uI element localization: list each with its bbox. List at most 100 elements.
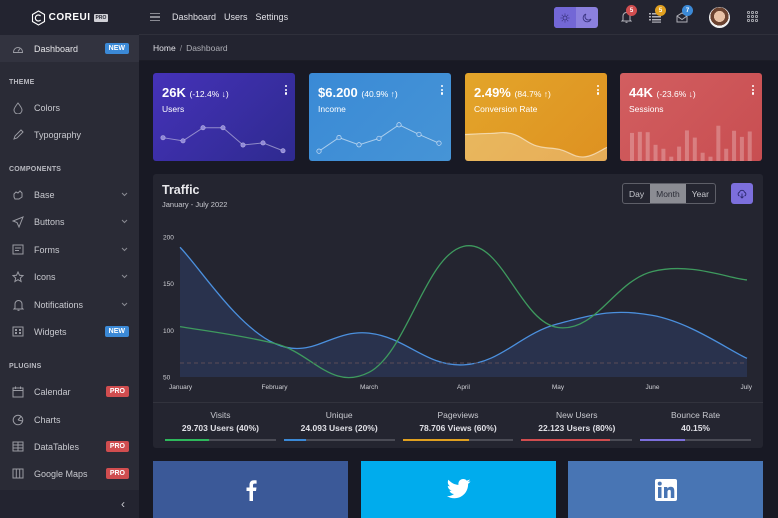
x-tick-label: March [360, 384, 378, 391]
cursor-icon [11, 215, 25, 229]
speedometer-icon [11, 42, 25, 56]
session-bar [739, 136, 744, 161]
more-options-icon[interactable] [751, 85, 754, 95]
sidebar-item-typography[interactable]: Typography [0, 121, 139, 148]
sidebar-item-icons[interactable]: Icons [0, 263, 139, 290]
messages-count: 7 [682, 5, 693, 16]
header-nav-settings[interactable]: Settings [256, 12, 289, 22]
sidebar-toggler[interactable]: ‹ [0, 490, 139, 518]
progress-bar [640, 439, 751, 441]
more-options-icon[interactable] [440, 85, 443, 95]
session-bar [661, 148, 666, 161]
series-area-current [180, 247, 747, 377]
sparkline-line [162, 127, 284, 152]
header-nav-dashboard[interactable]: Dashboard [172, 12, 216, 22]
range-year-button[interactable]: Year [686, 184, 715, 203]
sparkline-point [376, 135, 382, 141]
session-bar [724, 148, 729, 161]
sidebar-item-calendar[interactable]: Calendar PRO [0, 378, 139, 405]
traffic-footer: Visits 29.703 Users (40%) Unique 24.093 … [153, 402, 763, 448]
sidebar-item-widgets[interactable]: Widgets NEW [0, 318, 139, 345]
brand-tag: PRO [93, 13, 109, 22]
session-bar [708, 156, 713, 161]
sidebar-item-label: Forms [34, 244, 60, 255]
twitter-card[interactable] [361, 461, 556, 518]
session-bar [677, 146, 682, 161]
stat-value: 78.706 Views (60%) [419, 423, 497, 433]
chevron-down-icon [121, 246, 129, 254]
light-mode-button[interactable] [554, 7, 576, 28]
notes-icon [11, 243, 25, 257]
breadcrumb-home[interactable]: Home [153, 43, 176, 53]
pro-badge: PRO [105, 468, 129, 479]
stat-card-users: 26K (-12.4% ↓) Users [153, 73, 295, 161]
stat-card-sessions: 44K (-23.6% ↓) Sessions [620, 73, 762, 161]
tasks-count: 5 [655, 5, 666, 16]
tasks-button[interactable]: 5 [648, 5, 666, 24]
dark-mode-button[interactable] [576, 7, 598, 28]
stat-value: 40.15% [681, 423, 710, 433]
sidebar-item-label: Dashboard [34, 43, 79, 54]
x-tick-label: April [457, 384, 471, 391]
sidebar-item-notifications[interactable]: Notifications [0, 291, 139, 318]
sparkline-point [220, 125, 226, 131]
breadcrumb: Home / Dashboard [139, 35, 778, 61]
section-title-plugins: PLUGINS [9, 363, 42, 370]
sidebar-item-buttons[interactable]: Buttons [0, 208, 139, 235]
breadcrumb-separator: / [179, 42, 183, 53]
x-tick-label: July [740, 384, 752, 391]
sidebar-item-colors[interactable]: Colors [0, 94, 139, 121]
sidebar-item-label: Typography [34, 129, 82, 140]
facebook-card[interactable] [153, 461, 348, 518]
traffic-stat-new-users: New Users 22.123 Users (80%) [517, 403, 636, 448]
messages-button[interactable]: 7 [675, 5, 693, 24]
sidebar-item-google-maps[interactable]: Google Maps PRO [0, 460, 139, 487]
sparkline-point [180, 138, 186, 144]
download-button[interactable] [731, 183, 753, 204]
more-options-icon[interactable] [596, 85, 599, 95]
progress-fill [283, 439, 306, 441]
linkedin-card[interactable] [568, 461, 763, 518]
progress-bar [283, 439, 395, 441]
sidebar-item-dashboard[interactable]: Dashboard NEW [0, 35, 139, 62]
stat-value: 44K (-23.6% ↓) [629, 85, 696, 100]
stat-value: $6.200 (40.9% ↑) [318, 85, 398, 100]
new-badge: NEW [104, 43, 129, 54]
header-nav: Dashboard Users Settings [172, 12, 288, 22]
user-avatar[interactable] [709, 7, 730, 28]
stat-value: 24.093 Users (20%) [300, 423, 378, 433]
progress-bar [165, 439, 276, 441]
users-sparkline [160, 125, 286, 154]
sparkline-point [280, 148, 286, 154]
brand-logo[interactable]: COREUI PRO [0, 0, 139, 35]
chevron-down-icon [121, 191, 129, 199]
session-bar [732, 130, 737, 161]
breadcrumb-current: Dashboard [186, 42, 228, 53]
sparkline-point [316, 148, 322, 154]
range-month-button[interactable]: Month [650, 184, 686, 203]
coreui-logo-icon [31, 9, 45, 26]
sidebar-item-forms[interactable]: Forms [0, 236, 139, 263]
session-bar [700, 152, 705, 161]
notifications-count: 5 [626, 5, 637, 16]
menu-toggle-icon[interactable] [150, 12, 160, 22]
stat-change: (84.7% ↑) [514, 89, 551, 99]
cloud-download-icon [737, 189, 747, 199]
sidebar-item-label: Colors [34, 102, 61, 113]
sidebar-item-charts[interactable]: Charts [0, 406, 139, 433]
header-nav-users[interactable]: Users [224, 12, 248, 22]
sidebar-item-datatables[interactable]: DataTables PRO [0, 433, 139, 460]
session-bar [630, 132, 634, 161]
sidebar-item-base[interactable]: Base [0, 181, 139, 208]
stat-label: Users [162, 104, 185, 114]
stat-title: Bounce Rate [671, 410, 721, 420]
stat-label: Sessions [629, 104, 664, 114]
notifications-button[interactable]: 5 [619, 5, 637, 24]
stat-change: (-23.6% ↓) [656, 89, 696, 99]
range-day-button[interactable]: Day [623, 184, 650, 203]
stat-label: Income [318, 104, 346, 114]
apps-grid-icon[interactable] [747, 11, 758, 22]
sidebar-item-label: Google Maps [34, 468, 88, 479]
more-options-icon[interactable] [284, 85, 287, 95]
sidebar-item-label: Icons [34, 271, 56, 282]
